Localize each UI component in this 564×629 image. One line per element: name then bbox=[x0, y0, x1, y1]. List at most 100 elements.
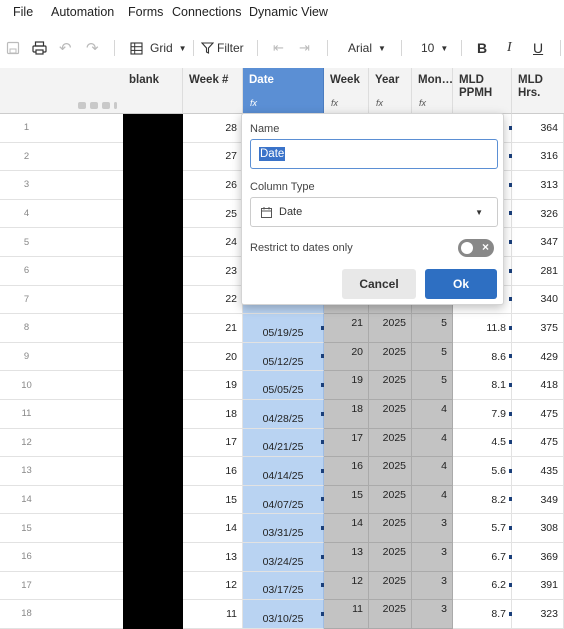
mld-ppmh-cell[interactable]: 8.1 bbox=[453, 371, 512, 400]
mld-hrs-cell[interactable]: 281 bbox=[512, 257, 564, 286]
font-family-dropdown[interactable]: Arial ▼ bbox=[348, 34, 386, 62]
mld-ppmh-cell[interactable]: 5.6 bbox=[453, 457, 512, 486]
print-icon[interactable] bbox=[32, 34, 47, 62]
week-number-cell[interactable]: 14 bbox=[183, 514, 243, 543]
week-cell[interactable]: 19 bbox=[324, 371, 369, 400]
underline-button[interactable]: U bbox=[533, 34, 543, 62]
column-header-mld-hrs[interactable]: MLD Hrs. bbox=[512, 68, 564, 114]
mld-hrs-cell[interactable]: 326 bbox=[512, 199, 564, 229]
menu-dynamic-view[interactable]: Dynamic View bbox=[249, 5, 328, 19]
blank-cell[interactable] bbox=[123, 571, 183, 601]
year-cell[interactable]: 2025 bbox=[369, 600, 412, 629]
week-cell[interactable]: 14 bbox=[324, 514, 369, 543]
date-cell[interactable]: 03/10/25 bbox=[243, 600, 324, 629]
mld-hrs-cell[interactable]: 347 bbox=[512, 228, 564, 257]
mld-hrs-cell[interactable]: 475 bbox=[512, 400, 564, 429]
week-number-cell[interactable]: 25 bbox=[183, 199, 243, 229]
year-cell[interactable]: 2025 bbox=[369, 543, 412, 572]
year-cell[interactable]: 2025 bbox=[369, 342, 412, 372]
week-number-cell[interactable]: 23 bbox=[183, 257, 243, 286]
blank-cell[interactable] bbox=[123, 314, 183, 343]
week-number-cell[interactable]: 27 bbox=[183, 142, 243, 172]
month-cell[interactable]: 5 bbox=[412, 314, 453, 343]
month-cell[interactable]: 3 bbox=[412, 600, 453, 629]
mld-hrs-cell[interactable]: 313 bbox=[512, 171, 564, 200]
mld-hrs-cell[interactable]: 375 bbox=[512, 314, 564, 343]
mld-ppmh-cell[interactable]: 4.5 bbox=[453, 428, 512, 458]
week-number-cell[interactable]: 12 bbox=[183, 571, 243, 601]
week-number-cell[interactable]: 22 bbox=[183, 285, 243, 315]
month-cell[interactable]: 4 bbox=[412, 485, 453, 515]
blank-cell[interactable] bbox=[123, 371, 183, 400]
redo-icon[interactable]: ↷ bbox=[86, 34, 99, 62]
save-icon[interactable] bbox=[6, 34, 20, 62]
week-number-cell[interactable]: 26 bbox=[183, 171, 243, 200]
date-cell[interactable]: 03/17/25 bbox=[243, 571, 324, 601]
column-name-input[interactable]: Date bbox=[250, 139, 498, 169]
column-header-date[interactable]: Date fx bbox=[243, 68, 324, 114]
mld-hrs-cell[interactable]: 435 bbox=[512, 457, 564, 486]
mld-ppmh-cell[interactable]: 8.7 bbox=[453, 600, 512, 629]
week-number-cell[interactable]: 15 bbox=[183, 485, 243, 515]
blank-cell[interactable] bbox=[123, 142, 183, 172]
blank-cell[interactable] bbox=[123, 257, 183, 286]
date-cell[interactable]: 04/28/25 bbox=[243, 400, 324, 429]
mld-hrs-cell[interactable]: 418 bbox=[512, 371, 564, 400]
blank-cell[interactable] bbox=[123, 400, 183, 429]
menu-file[interactable]: File bbox=[13, 5, 33, 19]
month-cell[interactable]: 3 bbox=[412, 571, 453, 601]
blank-cell[interactable] bbox=[123, 114, 183, 143]
cancel-button[interactable]: Cancel bbox=[342, 269, 416, 299]
menu-forms[interactable]: Forms bbox=[128, 5, 163, 19]
mld-ppmh-cell[interactable]: 6.7 bbox=[453, 543, 512, 572]
italic-button[interactable]: I bbox=[507, 34, 512, 62]
column-header-week[interactable]: Week fx bbox=[324, 68, 369, 114]
month-cell[interactable]: 3 bbox=[412, 514, 453, 543]
column-header-year[interactable]: Year fx bbox=[369, 68, 412, 114]
week-cell[interactable]: 20 bbox=[324, 342, 369, 372]
mld-hrs-cell[interactable]: 308 bbox=[512, 514, 564, 543]
restrict-dates-toggle[interactable]: × bbox=[458, 239, 494, 257]
month-cell[interactable]: 4 bbox=[412, 457, 453, 486]
blank-cell[interactable] bbox=[123, 428, 183, 458]
year-cell[interactable]: 2025 bbox=[369, 371, 412, 400]
week-cell[interactable]: 21 bbox=[324, 314, 369, 343]
column-type-select[interactable]: Date ▼ bbox=[250, 197, 498, 227]
date-cell[interactable]: 03/24/25 bbox=[243, 543, 324, 572]
ok-button[interactable]: Ok bbox=[425, 269, 497, 299]
blank-cell[interactable] bbox=[123, 514, 183, 543]
date-cell[interactable]: 04/07/25 bbox=[243, 485, 324, 515]
mld-hrs-cell[interactable]: 364 bbox=[512, 114, 564, 143]
outdent-icon[interactable]: ⇤ bbox=[273, 34, 284, 62]
week-number-cell[interactable]: 11 bbox=[183, 600, 243, 629]
year-cell[interactable]: 2025 bbox=[369, 428, 412, 458]
blank-cell[interactable] bbox=[123, 228, 183, 257]
mld-ppmh-cell[interactable]: 7.9 bbox=[453, 400, 512, 429]
date-cell[interactable]: 04/14/25 bbox=[243, 457, 324, 486]
mld-ppmh-cell[interactable]: 8.2 bbox=[453, 485, 512, 515]
year-cell[interactable]: 2025 bbox=[369, 457, 412, 486]
column-header-week-number[interactable]: Week # bbox=[183, 68, 243, 114]
mld-ppmh-cell[interactable]: 5.7 bbox=[453, 514, 512, 543]
mld-hrs-cell[interactable]: 429 bbox=[512, 342, 564, 372]
mld-hrs-cell[interactable]: 323 bbox=[512, 600, 564, 629]
blank-cell[interactable] bbox=[123, 199, 183, 229]
year-cell[interactable]: 2025 bbox=[369, 400, 412, 429]
week-number-cell[interactable]: 18 bbox=[183, 400, 243, 429]
week-number-cell[interactable]: 13 bbox=[183, 543, 243, 572]
week-number-cell[interactable]: 17 bbox=[183, 428, 243, 458]
blank-cell[interactable] bbox=[123, 342, 183, 372]
week-cell[interactable]: 18 bbox=[324, 400, 369, 429]
blank-cell[interactable] bbox=[123, 543, 183, 572]
mld-ppmh-cell[interactable]: 11.8 bbox=[453, 314, 512, 343]
week-cell[interactable]: 15 bbox=[324, 485, 369, 515]
mld-ppmh-cell[interactable]: 6.2 bbox=[453, 571, 512, 601]
mld-hrs-cell[interactable]: 391 bbox=[512, 571, 564, 601]
year-cell[interactable]: 2025 bbox=[369, 514, 412, 543]
week-cell[interactable]: 11 bbox=[324, 600, 369, 629]
column-header-month[interactable]: Mon… fx bbox=[412, 68, 453, 114]
week-cell[interactable]: 13 bbox=[324, 543, 369, 572]
blank-cell[interactable] bbox=[123, 171, 183, 200]
year-cell[interactable]: 2025 bbox=[369, 485, 412, 515]
week-number-cell[interactable]: 28 bbox=[183, 114, 243, 143]
